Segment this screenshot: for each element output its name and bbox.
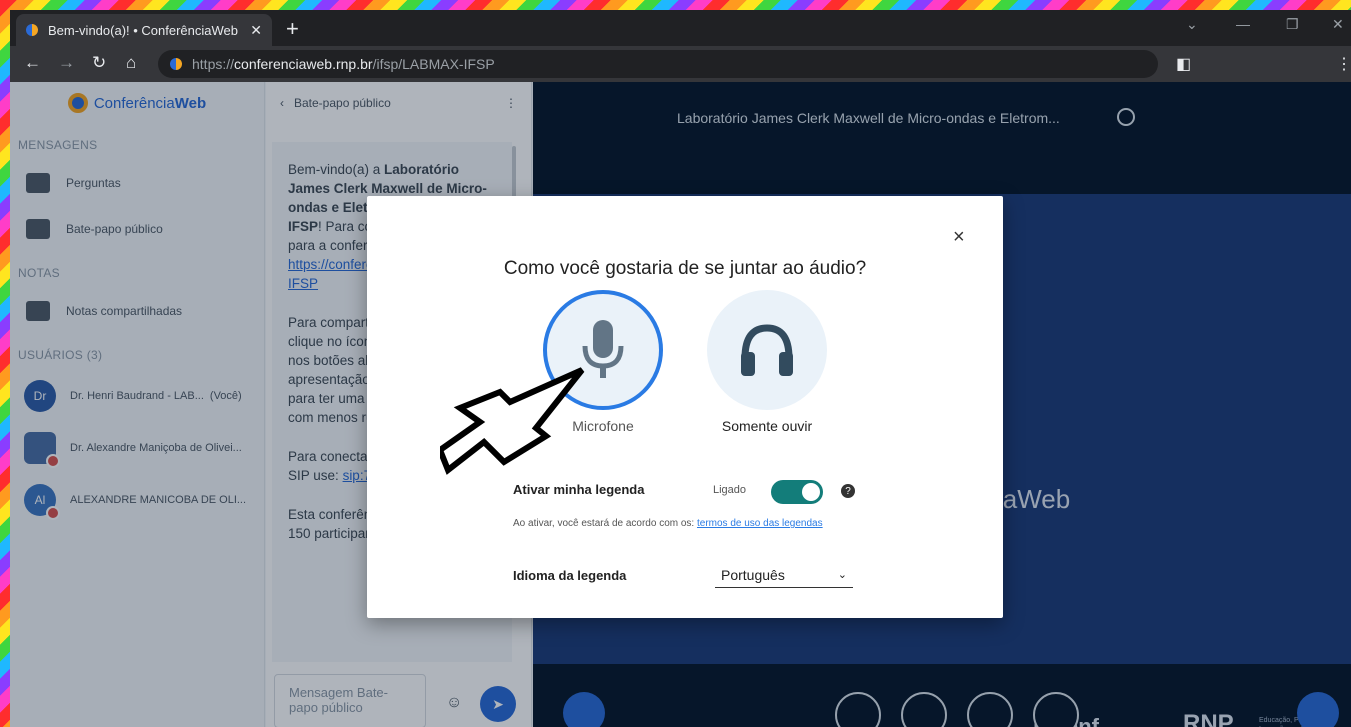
forward-icon[interactable]: → xyxy=(58,53,75,73)
tab-bar: Bem-vindo(a)! • ConferênciaWeb ✕ + ⌄ — ❐… xyxy=(10,10,1351,46)
minimize-icon[interactable]: — xyxy=(1236,16,1250,32)
caption-toggle[interactable] xyxy=(771,480,823,504)
terms-link[interactable]: termos de uso das legendas xyxy=(697,518,823,529)
restore-icon[interactable]: ❐ xyxy=(1286,16,1299,33)
listen-only-label: Somente ouvir xyxy=(721,418,813,434)
url-host: conferenciaweb.rnp.br xyxy=(234,56,373,72)
favicon-icon xyxy=(26,24,38,36)
language-value: Português xyxy=(721,567,785,583)
listen-only-button[interactable] xyxy=(707,290,827,410)
browser-toolbar: ← → ↻ ⌂ https:// conferenciaweb.rnp.br /… xyxy=(10,46,1351,82)
site-icon xyxy=(170,58,182,70)
home-icon[interactable]: ⌂ xyxy=(126,53,136,73)
sidepanel-icon[interactable]: ◧ xyxy=(1176,54,1191,74)
pointer-arrow-icon xyxy=(440,367,585,475)
help-icon[interactable]: ? xyxy=(841,484,855,498)
url-path: /ifsp/LABMAX-IFSP xyxy=(372,56,495,72)
caption-label: Ativar minha legenda xyxy=(513,482,645,497)
tab-close-icon[interactable]: ✕ xyxy=(250,22,262,39)
menu-icon[interactable]: ⋮ xyxy=(1336,54,1351,74)
chevron-down-icon: ⌄ xyxy=(837,569,847,581)
back-icon[interactable]: ← xyxy=(24,53,41,73)
terms-text: Ao ativar, você estará de acordo com os:… xyxy=(513,518,823,529)
terms-prefix: Ao ativar, você estará de acordo com os: xyxy=(513,518,697,529)
browser-tab[interactable]: Bem-vindo(a)! • ConferênciaWeb ✕ xyxy=(16,14,272,46)
headphones-icon xyxy=(741,324,793,376)
address-bar[interactable]: https:// conferenciaweb.rnp.br /ifsp/LAB… xyxy=(158,50,1158,78)
reload-icon[interactable]: ↻ xyxy=(92,53,106,73)
tab-title: Bem-vindo(a)! • ConferênciaWeb xyxy=(48,22,239,38)
window-close-icon[interactable]: ✕ xyxy=(1332,16,1344,33)
modal-title: Como você gostaria de se juntar ao áudio… xyxy=(503,258,867,279)
url-scheme: https:// xyxy=(192,56,235,72)
language-select[interactable]: Português ⌄ xyxy=(715,562,853,588)
tab-search-icon[interactable]: ⌄ xyxy=(1186,16,1198,33)
close-icon[interactable]: × xyxy=(953,226,965,249)
new-tab-button[interactable]: + xyxy=(286,16,299,42)
browser-window: Bem-vindo(a)! • ConferênciaWeb ✕ + ⌄ — ❐… xyxy=(10,10,1351,727)
caption-state: Ligado xyxy=(713,484,747,496)
toggle-knob xyxy=(802,483,820,501)
language-label: Idioma da legenda xyxy=(513,568,627,583)
